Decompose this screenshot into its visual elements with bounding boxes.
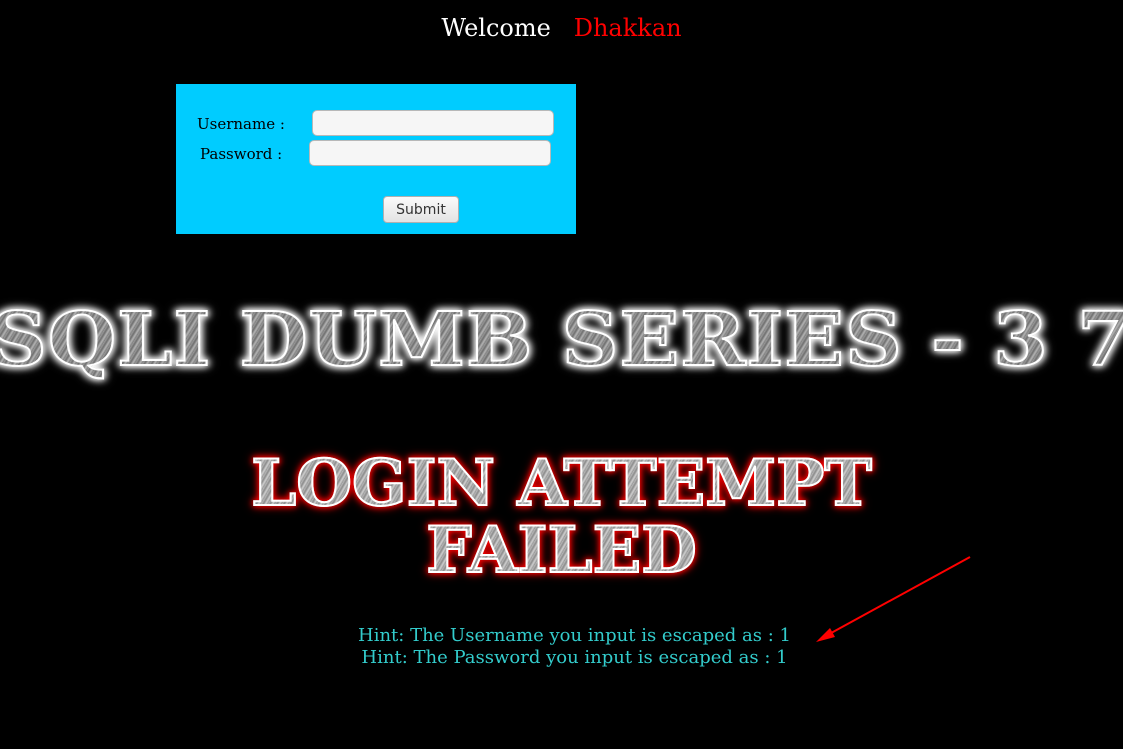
login-form: Username : Password : Submit bbox=[176, 84, 576, 234]
username-label: Username : bbox=[197, 115, 285, 133]
series-title-banner: SQLI DUMB SERIES - 3 7 bbox=[0, 302, 1123, 378]
username-input[interactable] bbox=[312, 110, 554, 136]
submit-button[interactable]: Submit bbox=[383, 196, 459, 223]
red-arrow-icon bbox=[816, 556, 971, 642]
password-input[interactable] bbox=[309, 140, 551, 166]
password-hint: Hint: The Password you input is escaped … bbox=[361, 647, 788, 668]
user-name-text: Dhakkan bbox=[573, 14, 682, 42]
login-failed-line1: LOGIN ATTEMPT bbox=[0, 451, 1123, 517]
welcome-heading: Welcome Dhakkan bbox=[0, 14, 1123, 42]
password-label: Password : bbox=[200, 145, 283, 163]
welcome-text: Welcome bbox=[441, 14, 551, 42]
